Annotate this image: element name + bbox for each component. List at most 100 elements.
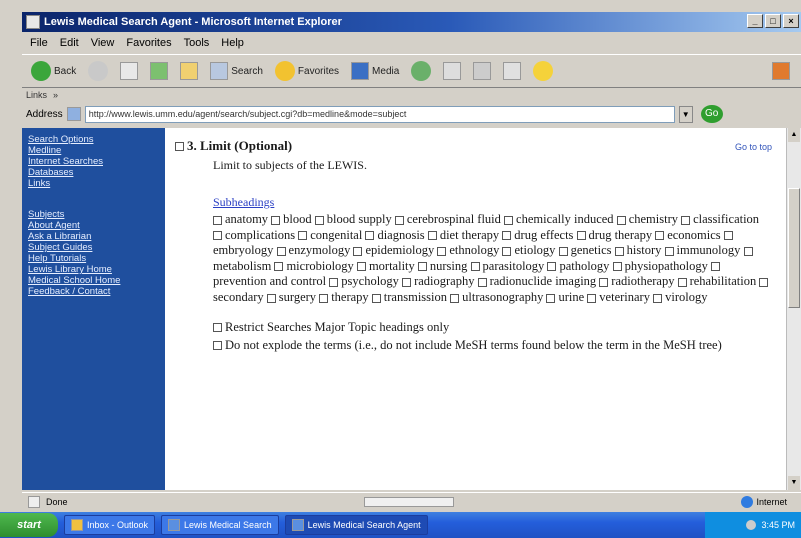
subject-checkbox[interactable] xyxy=(356,262,366,272)
sidebar-item[interactable]: Feedback / Contact xyxy=(28,286,159,297)
subject-checkbox[interactable] xyxy=(616,215,626,225)
menu-tools[interactable]: Tools xyxy=(184,37,210,49)
subject-checkbox[interactable] xyxy=(365,231,375,241)
subject-checkbox[interactable] xyxy=(470,262,480,272)
links-label[interactable]: Links xyxy=(26,90,47,100)
start-button[interactable]: start xyxy=(0,513,58,537)
sidebar-item[interactable]: Help Tutorials xyxy=(28,253,159,264)
history-button[interactable] xyxy=(408,59,434,83)
subject-checkbox[interactable] xyxy=(587,293,597,303)
vertical-scrollbar[interactable]: ▲ ▼ xyxy=(786,128,801,490)
subject-checkbox[interactable] xyxy=(599,278,609,287)
subject-checkbox[interactable] xyxy=(653,293,663,303)
subject-checkbox[interactable] xyxy=(353,246,363,256)
subject-checkbox[interactable] xyxy=(329,278,339,287)
sidebar-item[interactable]: Subject Guides xyxy=(28,242,159,253)
sidebar-item[interactable]: Lewis Library Home xyxy=(28,264,159,275)
subjects-title[interactable]: Subheadings xyxy=(213,195,778,210)
sidebar-item[interactable]: Links xyxy=(28,178,159,189)
messenger-button[interactable] xyxy=(530,59,556,83)
subject-checkbox[interactable] xyxy=(547,262,557,272)
maximize-button[interactable]: □ xyxy=(765,14,781,28)
subject-checkbox[interactable] xyxy=(502,231,512,241)
sidebar-item[interactable]: Search Options xyxy=(28,134,159,145)
subject-checkbox[interactable] xyxy=(759,278,769,287)
search-button[interactable]: Search xyxy=(207,60,266,82)
sidebar-item[interactable]: Ask a Librarian xyxy=(28,231,159,242)
close-button[interactable]: × xyxy=(783,14,799,28)
subject-checkbox[interactable] xyxy=(271,215,281,225)
taskbar-item[interactable]: Inbox - Outlook xyxy=(64,515,156,535)
no-explode-checkbox[interactable] xyxy=(213,341,222,351)
subject-checkbox[interactable] xyxy=(298,231,308,241)
subject-checkbox[interactable] xyxy=(266,293,276,303)
taskbar-item-active[interactable]: Lewis Medical Search Agent xyxy=(284,515,428,535)
sidebar-item[interactable]: Subjects xyxy=(28,209,159,220)
menu-edit[interactable]: Edit xyxy=(60,37,79,49)
sidebar-item[interactable]: Internet Searches xyxy=(28,156,159,167)
subject-checkbox[interactable] xyxy=(723,231,733,241)
print-button[interactable] xyxy=(470,60,494,82)
sidebar-item[interactable]: Medline xyxy=(28,145,159,156)
subject-checkbox[interactable] xyxy=(612,262,622,272)
scroll-down-icon[interactable]: ▼ xyxy=(788,476,800,490)
subject-checkbox[interactable] xyxy=(546,293,556,303)
menu-favorites[interactable]: Favorites xyxy=(126,37,171,49)
subject-checkbox[interactable] xyxy=(711,262,721,272)
research-button[interactable] xyxy=(769,60,793,82)
minimize-button[interactable]: _ xyxy=(747,14,763,28)
back-button[interactable]: Back xyxy=(28,59,79,83)
major-topic-checkbox[interactable] xyxy=(213,323,222,333)
favorites-button[interactable]: Favorites xyxy=(272,59,342,83)
menu-help[interactable]: Help xyxy=(221,37,244,49)
subject-checkbox[interactable] xyxy=(402,278,412,287)
subject-checkbox[interactable] xyxy=(664,246,674,256)
chevron-down-icon[interactable]: ▼ xyxy=(678,105,693,123)
chevron-right-icon[interactable]: » xyxy=(53,90,58,100)
subject-checkbox[interactable] xyxy=(681,215,691,225)
subject-checkbox[interactable] xyxy=(437,246,447,256)
subject-checkbox[interactable] xyxy=(276,246,286,256)
stop-button[interactable] xyxy=(117,60,141,82)
subject-checkbox[interactable] xyxy=(655,231,665,241)
subject-checkbox[interactable] xyxy=(371,293,381,303)
subject-checkbox[interactable] xyxy=(274,262,284,272)
subject-checkbox[interactable] xyxy=(558,246,568,256)
mail-button[interactable] xyxy=(440,60,464,82)
sidebar-item[interactable]: About Agent xyxy=(28,220,159,231)
subject-checkbox[interactable] xyxy=(213,215,222,225)
subject-checkbox[interactable] xyxy=(427,231,437,241)
subject-checkbox[interactable] xyxy=(504,215,514,225)
subject-checkbox[interactable] xyxy=(417,262,427,272)
scroll-thumb[interactable] xyxy=(788,188,800,308)
menu-file[interactable]: File xyxy=(30,37,48,49)
sidebar-item[interactable]: Medical School Home xyxy=(28,275,159,286)
go-button[interactable]: Go xyxy=(700,105,723,123)
subject-checkbox[interactable] xyxy=(677,278,687,287)
volume-icon[interactable] xyxy=(746,520,757,530)
address-input[interactable] xyxy=(84,105,675,123)
media-button[interactable]: Media xyxy=(348,60,402,82)
subject-checkbox[interactable] xyxy=(394,215,404,225)
subject-label: cerebrospinal fluid xyxy=(406,212,501,226)
subject-checkbox[interactable] xyxy=(576,231,586,241)
scroll-up-icon[interactable]: ▲ xyxy=(788,128,800,142)
subject-checkbox[interactable] xyxy=(450,293,460,303)
subject-checkbox[interactable] xyxy=(502,246,512,256)
subject-checkbox[interactable] xyxy=(213,231,222,241)
subject-checkbox[interactable] xyxy=(319,293,329,303)
forward-button[interactable] xyxy=(85,59,111,83)
home-button[interactable] xyxy=(177,60,201,82)
subject-checkbox[interactable] xyxy=(743,246,753,256)
taskbar-item[interactable]: Lewis Medical Search xyxy=(161,515,279,535)
edit-button[interactable] xyxy=(500,60,524,82)
refresh-button[interactable] xyxy=(147,60,171,82)
menu-view[interactable]: View xyxy=(91,37,115,49)
subject-checkbox[interactable] xyxy=(314,215,324,225)
sidebar-item[interactable]: Databases xyxy=(28,167,159,178)
top-link[interactable]: Go to top xyxy=(735,142,772,152)
subject-checkbox[interactable] xyxy=(477,278,487,287)
subject-checkbox[interactable] xyxy=(614,246,624,256)
star-icon xyxy=(274,61,295,81)
limit-checkbox[interactable] xyxy=(175,141,184,151)
